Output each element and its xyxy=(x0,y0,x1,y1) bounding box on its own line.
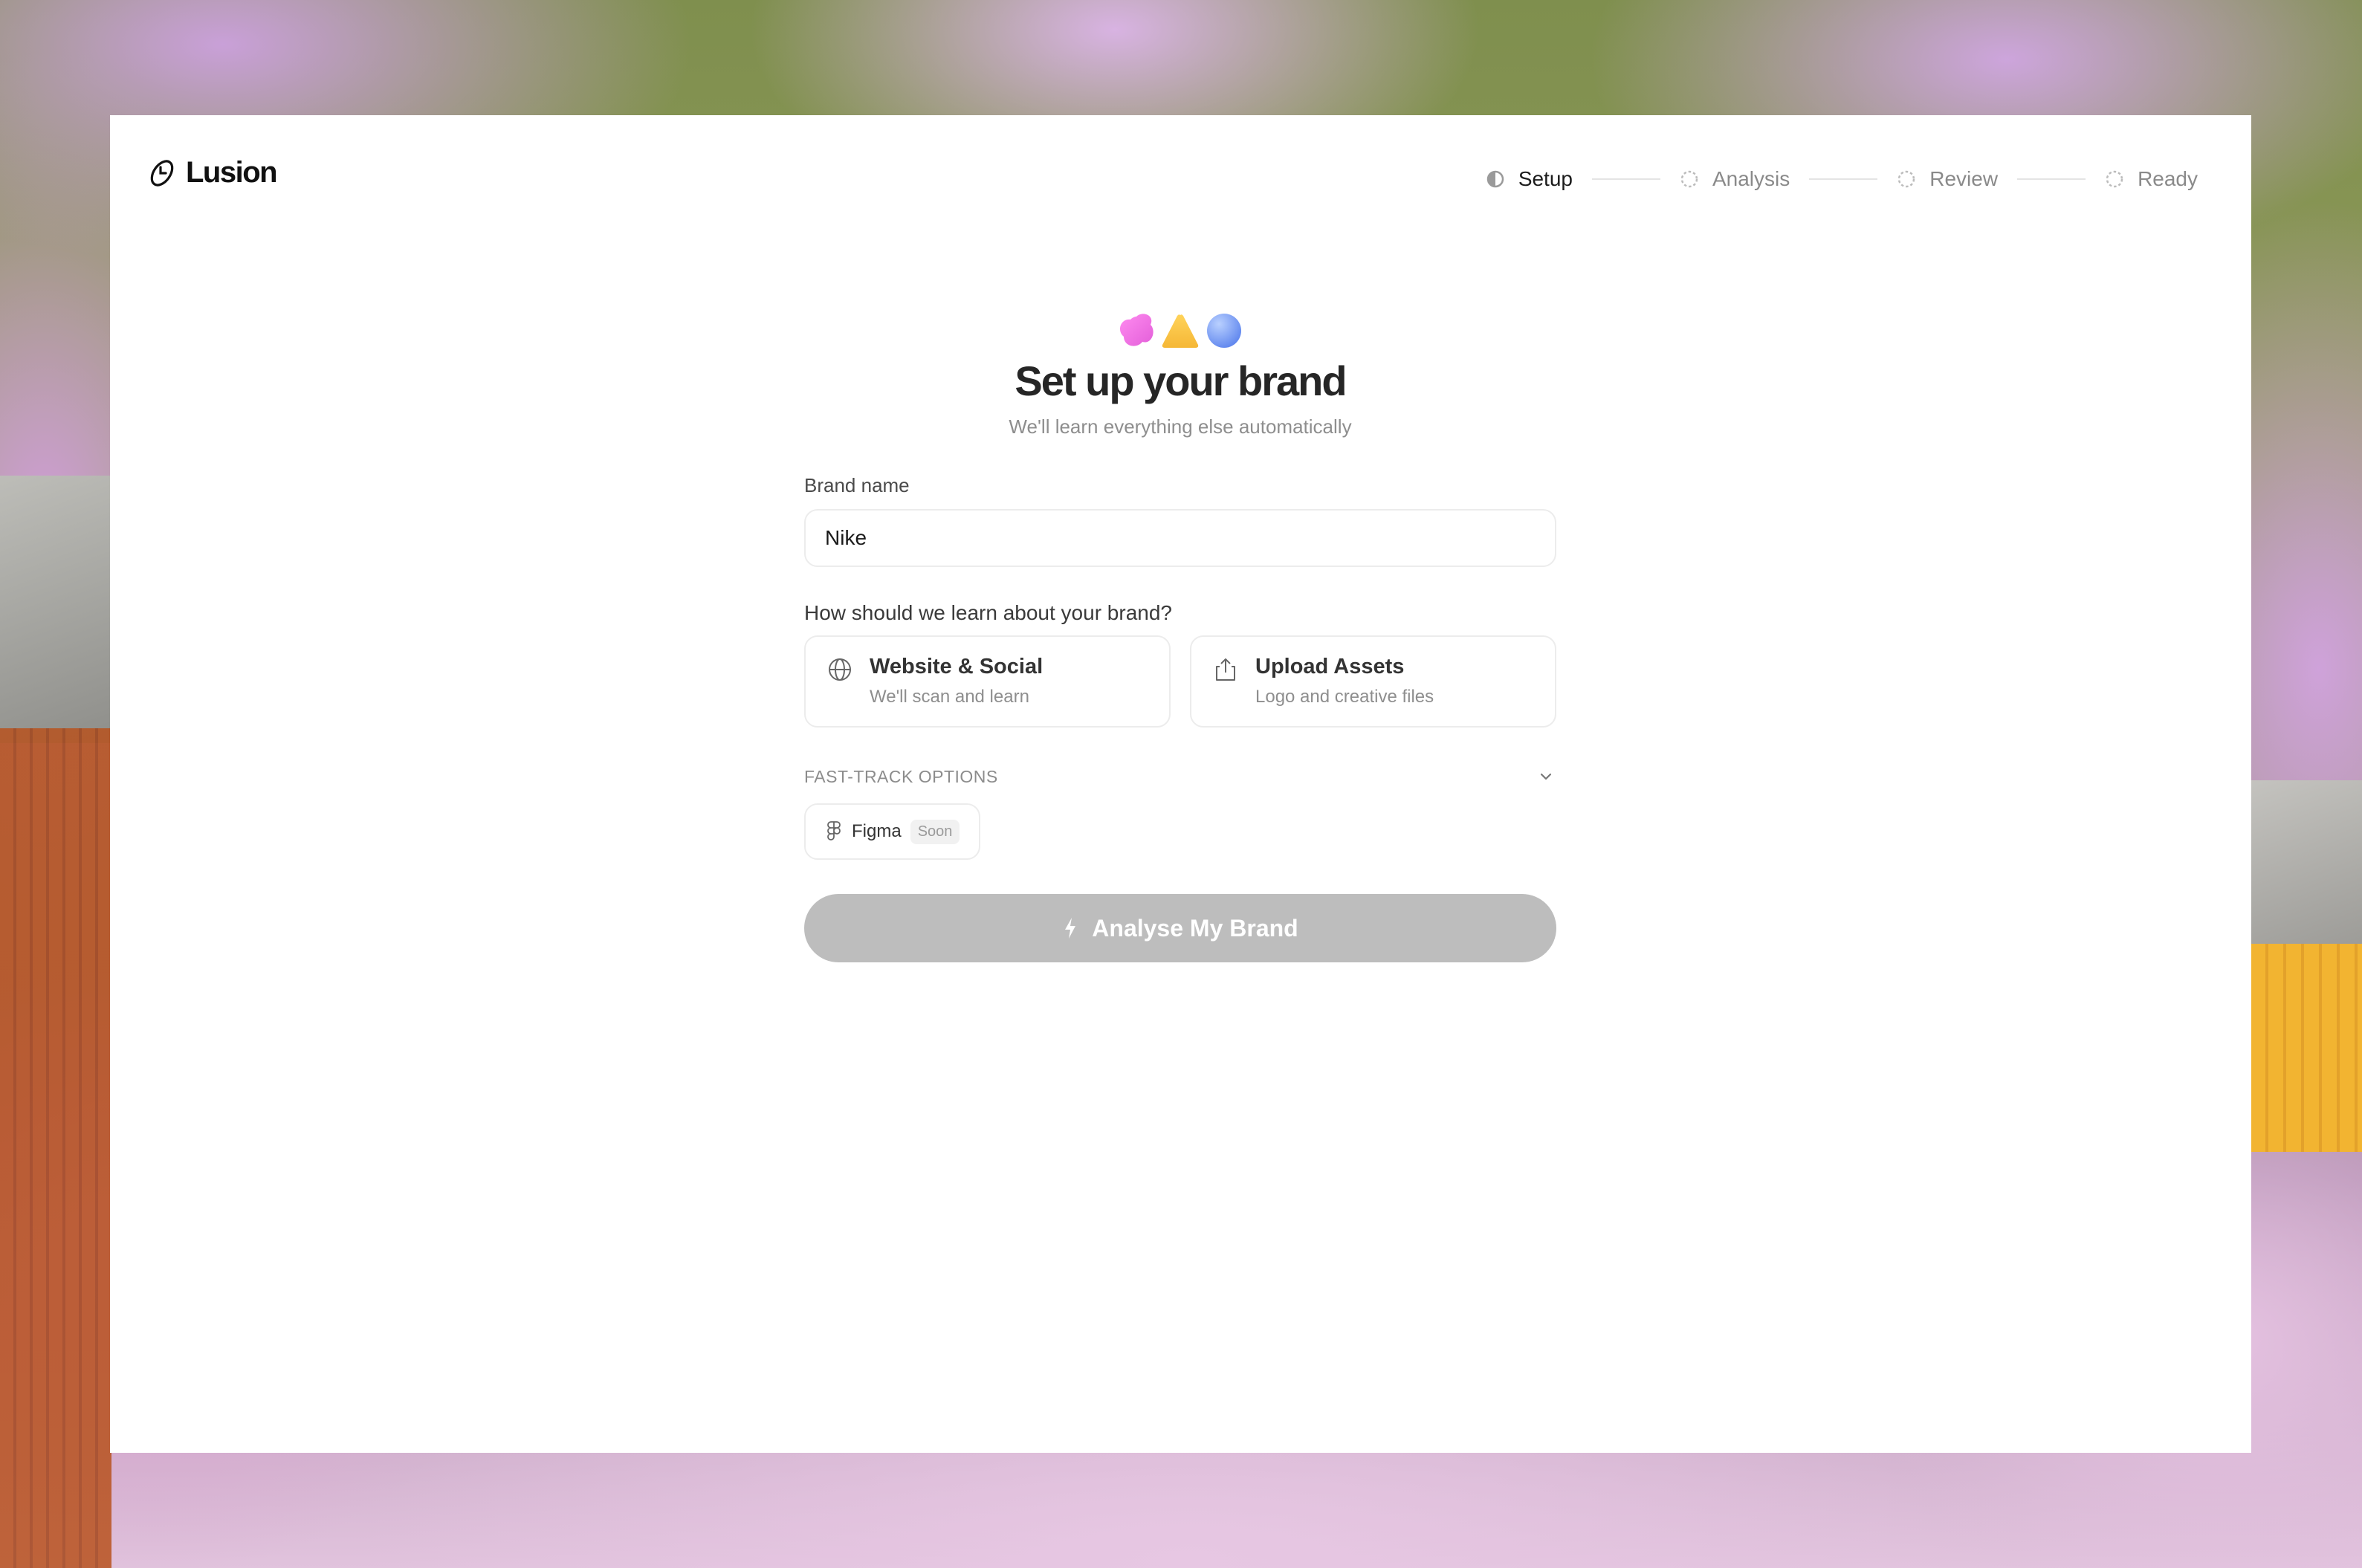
logo[interactable]: Lusion xyxy=(146,156,278,189)
brand-name-input[interactable] xyxy=(804,509,1556,567)
step-connector xyxy=(1591,178,1660,180)
option-title: Upload Assets xyxy=(1255,655,1405,678)
dashed-circle-icon xyxy=(1898,170,1915,188)
step-label: Setup xyxy=(1518,167,1573,190)
option-title: Website & Social xyxy=(870,655,1044,678)
step-review: Review xyxy=(1897,167,1998,191)
analyse-brand-label: Analyse My Brand xyxy=(1092,914,1298,942)
page-title: Set up your brand xyxy=(1015,357,1347,404)
chevron-down-icon[interactable] xyxy=(1536,766,1556,787)
option-subtitle: Logo and creative files xyxy=(1255,687,1434,707)
learn-question: How should we learn about your brand? xyxy=(804,601,1172,624)
step-ready: Ready xyxy=(2105,167,2198,191)
page-subtitle: We'll learn everything else automaticall… xyxy=(1009,415,1352,438)
background-stone-right xyxy=(2251,780,2362,959)
background-yellow-right xyxy=(2251,944,2362,1152)
dashed-circle-icon xyxy=(2106,170,2123,188)
figma-icon xyxy=(827,821,841,840)
step-label: Ready xyxy=(2138,167,2198,190)
flower-shape-icon xyxy=(1119,314,1154,346)
step-label: Review xyxy=(1929,167,1999,190)
setup-form: Set up your brand We'll learn everything… xyxy=(804,312,1556,962)
half-circle-icon xyxy=(1486,170,1504,188)
upload-icon xyxy=(1216,658,1235,681)
background-stone-left xyxy=(0,476,111,743)
soon-badge: Soon xyxy=(910,819,960,844)
fast-track-header: FAST-TRACK OPTIONS xyxy=(804,766,1556,787)
brand-name-label: Brand name xyxy=(804,474,910,496)
brand-shapes xyxy=(804,312,1556,349)
step-connector xyxy=(2017,178,2086,180)
website-social-option[interactable]: Website & Social We'll scan and learn xyxy=(804,635,1171,728)
progress-steps: Setup Analysis Review Ready xyxy=(1486,167,2198,191)
figma-option[interactable]: Figma Soon xyxy=(804,803,981,860)
analyse-brand-button[interactable]: Analyse My Brand xyxy=(804,894,1556,962)
upload-assets-option[interactable]: Upload Assets Logo and creative files xyxy=(1190,635,1556,728)
step-label: Analysis xyxy=(1712,167,1790,190)
globe-icon xyxy=(829,658,851,681)
lusion-logo-icon xyxy=(150,159,174,187)
figma-label: Figma xyxy=(852,821,902,841)
step-setup: Setup xyxy=(1486,167,1573,191)
triangle-shape-icon xyxy=(1162,314,1199,348)
background-brick-left xyxy=(0,728,111,1568)
option-subtitle: We'll scan and learn xyxy=(870,687,1029,707)
dashed-circle-icon xyxy=(1680,170,1698,188)
learn-options: Website & Social We'll scan and learn Up… xyxy=(804,635,1556,728)
step-analysis: Analysis xyxy=(1680,167,1790,191)
step-connector xyxy=(1809,178,1878,180)
fast-track-label: FAST-TRACK OPTIONS xyxy=(804,766,998,786)
logo-text: Lusion xyxy=(186,156,278,189)
setup-panel: Lusion Setup Analysis Review Ready Set u… xyxy=(110,115,2251,1453)
sphere-shape-icon xyxy=(1207,314,1241,348)
lightning-icon xyxy=(1065,918,1076,939)
